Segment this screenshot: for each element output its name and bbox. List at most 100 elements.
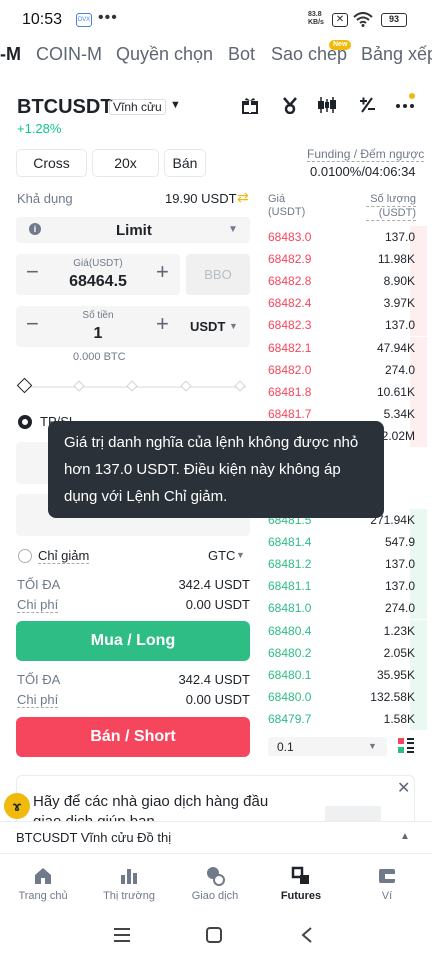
slider-step-100[interactable]: [234, 380, 246, 392]
tab-bot[interactable]: Bot: [228, 44, 255, 65]
contract-type-badge: Vĩnh cửu: [109, 99, 166, 115]
bbo-button[interactable]: BBO: [186, 254, 250, 295]
orderbook-qty: 132.58K: [370, 689, 415, 704]
symbol-name[interactable]: BTCUSDT: [17, 96, 113, 119]
precision-value: 0.1: [277, 740, 294, 754]
time-in-force-select[interactable]: GTC: [208, 548, 235, 563]
copy-trading-banner[interactable]: Hãy để các nhà giao dịch hàng đầu giao d…: [16, 775, 415, 822]
trade-icon: [207, 867, 225, 886]
orderbook-qty: 1.58K: [383, 711, 415, 726]
amount-unit-select[interactable]: USDT: [190, 319, 225, 334]
tab-leaderboard[interactable]: Bảng xếp: [361, 44, 432, 65]
new-badge: New: [329, 40, 352, 50]
tab-usdm[interactable]: -M: [0, 44, 21, 65]
nav-futures[interactable]: Futures: [258, 854, 344, 914]
buy-max-value: 342.4 USDT: [178, 577, 250, 592]
orderbook-row[interactable]: 68482.3 137.0: [262, 314, 427, 337]
chevron-up-icon[interactable]: ▲: [400, 831, 410, 842]
orderbook-qty: 137.0: [384, 318, 415, 333]
nav-wallet[interactable]: Ví: [344, 854, 430, 914]
candlestick-chart-icon[interactable]: [317, 96, 337, 119]
orderbook-row[interactable]: 68481.2 137.0: [262, 553, 427, 576]
orderbook-qty: 3.97K: [383, 296, 415, 311]
tab-coinm[interactable]: COIN-M: [36, 44, 102, 65]
orderbook-qty: 274.0: [384, 601, 415, 616]
home-button-icon[interactable]: [205, 926, 223, 944]
system-navigation: [0, 913, 432, 960]
order-type-select[interactable]: i Limit ▼: [16, 217, 250, 243]
amount-slider-handle[interactable]: [16, 377, 33, 394]
tpsl-radio[interactable]: [18, 415, 32, 429]
slider-step-25[interactable]: [73, 380, 85, 392]
back-icon[interactable]: [300, 926, 314, 944]
increase-amount-button[interactable]: +: [156, 311, 169, 337]
orderbook-row[interactable]: 68483.0 137.0: [262, 226, 427, 248]
increase-price-button[interactable]: +: [156, 259, 169, 285]
sell-short-button[interactable]: Bán / Short: [16, 717, 250, 757]
orderbook-row[interactable]: 68479.7 1.58K: [262, 707, 427, 730]
close-icon[interactable]: ✕: [397, 778, 410, 798]
leverage-button[interactable]: 20x: [92, 149, 159, 177]
orderbook-row[interactable]: 68482.1 47.94K: [262, 336, 427, 359]
nav-home[interactable]: Trang chủ: [0, 854, 86, 914]
orderbook-row[interactable]: 68481.0 274.0: [262, 597, 427, 620]
orderbook-qty: 137.0: [384, 230, 415, 244]
symbol-dropdown-icon[interactable]: ▼: [170, 99, 181, 111]
funding-label[interactable]: Funding / Đếm ngược: [307, 147, 425, 162]
orderbook-qty: 2.02M: [381, 428, 415, 443]
tab-options[interactable]: Quyền chọn: [116, 44, 213, 65]
buy-long-button[interactable]: Mua / Long: [16, 621, 250, 661]
status-bar: 10:53 DVX ••• 83.8 KB/s ✕ 93: [0, 0, 432, 40]
orderbook-row[interactable]: 68480.0 132.58K: [262, 685, 427, 708]
banner-illustration: [325, 806, 381, 822]
transfer-icon[interactable]: ⇄: [237, 189, 249, 206]
position-side-button[interactable]: Bán: [164, 149, 206, 177]
gift-icon[interactable]: [241, 96, 259, 119]
chart-drawer-bar[interactable]: BTCUSDT Vĩnh cửu Đồ thị ▲: [0, 821, 432, 853]
funding-value: 0.0100%/04:06:34: [310, 164, 416, 179]
banner-text: Hãy để các nhà giao dịch hàng đầu giao d…: [33, 793, 269, 822]
price-input[interactable]: − Giá(USDT) 68464.5 +: [16, 254, 180, 295]
nav-label: Thị trường: [103, 890, 155, 902]
nav-label: Trang chủ: [18, 890, 68, 902]
orderbook-row[interactable]: 68481.1 137.0: [262, 575, 427, 598]
orderbook-row[interactable]: 68482.4 3.97K: [262, 292, 427, 315]
orderbook-row[interactable]: 68480.4 1.23K: [262, 619, 427, 642]
more-menu-icon[interactable]: [395, 92, 415, 117]
orderbook-row[interactable]: 68481.8 10.61K: [262, 380, 427, 403]
orderbook-row[interactable]: 68482.8 8.90K: [262, 270, 427, 293]
price-change: +1.28%: [17, 121, 62, 136]
orderbook-layout-icon[interactable]: [398, 738, 414, 753]
orderbook-price: 68482.4: [268, 296, 312, 311]
chevron-down-icon: ▼: [229, 321, 238, 331]
buy-cost-label[interactable]: Chi phí: [17, 597, 59, 613]
recent-apps-icon[interactable]: [113, 927, 131, 943]
orderbook-price: 68480.1: [268, 667, 312, 682]
nav-trade[interactable]: Giao dịch: [172, 854, 258, 914]
chevron-down-icon: ▼: [368, 741, 377, 751]
reduce-only-radio[interactable]: [18, 549, 32, 563]
orderbook-row[interactable]: 68482.0 274.0: [262, 358, 427, 381]
orderbook-price: 68482.0: [268, 362, 312, 377]
slider-step-75[interactable]: [180, 380, 192, 392]
bar-chart-icon: [121, 869, 137, 884]
orderbook-row[interactable]: 68482.9 11.98K: [262, 248, 427, 271]
sell-cost-label[interactable]: Chi phí: [17, 692, 59, 708]
bottom-navigation: Trang chủ Thị trường Giao dịch Futures V…: [0, 853, 432, 913]
orderbook-price: 68480.2: [268, 645, 312, 660]
bot-icon[interactable]: [281, 96, 299, 119]
orderbook-qty: 11.98K: [377, 252, 415, 267]
orderbook-row[interactable]: 68481.4 547.9: [262, 531, 427, 554]
precision-select[interactable]: 0.1 ▼: [268, 737, 387, 756]
amount-slider-track[interactable]: [30, 386, 246, 388]
calculator-icon[interactable]: [358, 96, 376, 119]
nav-markets[interactable]: Thị trường: [86, 854, 172, 914]
mascot-icon[interactable]: ɤ: [4, 793, 30, 819]
margin-mode-button[interactable]: Cross: [16, 149, 87, 177]
orderbook-row[interactable]: 68480.2 2.05K: [262, 641, 427, 664]
orderbook-qty-header[interactable]: Số lượng (USDT): [366, 193, 416, 221]
slider-step-50[interactable]: [126, 380, 138, 392]
orderbook-row[interactable]: 68480.1 35.95K: [262, 663, 427, 686]
nav-label: Futures: [280, 890, 322, 902]
info-icon[interactable]: i: [29, 223, 41, 235]
